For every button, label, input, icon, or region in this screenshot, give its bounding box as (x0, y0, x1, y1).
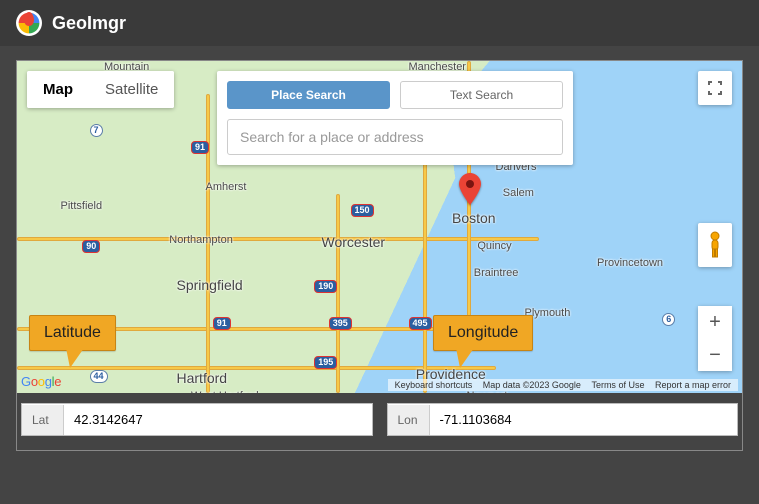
main-stage: MountainManchesterPittsfieldAmherstLowel… (0, 60, 759, 451)
fullscreen-icon (707, 80, 723, 96)
route-shield: 195 (314, 356, 337, 369)
route-shield: 395 (329, 317, 352, 330)
map-type-satellite-button[interactable]: Satellite (89, 71, 174, 108)
search-panel: Place Search Text Search (217, 71, 573, 165)
streetview-pegman-button[interactable] (698, 223, 732, 267)
route-shield: 90 (82, 240, 100, 253)
map-type-map-button[interactable]: Map (27, 71, 89, 108)
tab-place-search[interactable]: Place Search (227, 81, 390, 109)
route-shield: 91 (213, 317, 231, 330)
map-marker[interactable] (459, 173, 481, 210)
longitude-callout: Longitude (433, 315, 533, 351)
route-shield: 44 (90, 370, 108, 383)
map-data-text: Map data ©2023 Google (483, 380, 581, 390)
city-label: Provincetown (597, 257, 663, 269)
route-shield: 91 (191, 141, 209, 154)
tab-text-search[interactable]: Text Search (400, 81, 563, 109)
map-type-toggle: Map Satellite (27, 71, 174, 108)
route-shield: 150 (351, 204, 374, 217)
latitude-callout-label: Latitude (44, 324, 101, 341)
latitude-field: Lat (21, 403, 373, 436)
search-tabs: Place Search Text Search (227, 81, 563, 109)
search-input[interactable] (227, 119, 563, 155)
latitude-callout: Latitude (29, 315, 116, 351)
callout-tail (456, 348, 474, 368)
city-label: Amherst (206, 181, 247, 193)
city-label: Northampton (169, 234, 233, 246)
longitude-input[interactable] (430, 404, 738, 435)
zoom-control: + − (698, 306, 732, 371)
latitude-label: Lat (22, 405, 64, 435)
road (423, 161, 427, 393)
map-attribution: Keyboard shortcuts Map data ©2023 Google… (388, 379, 738, 391)
google-logo: Google (21, 374, 61, 389)
city-label: Hartford (177, 370, 228, 386)
city-label: Boston (452, 210, 496, 226)
route-shield: 495 (409, 317, 432, 330)
pegman-icon (706, 231, 724, 259)
route-shield: 7 (90, 124, 103, 137)
brand-name: GeoImgr (52, 13, 126, 34)
city-label: Springfield (177, 277, 243, 293)
callout-tail (66, 348, 84, 368)
city-label: Pittsfield (61, 200, 103, 212)
header-separator (0, 46, 759, 60)
map[interactable]: MountainManchesterPittsfieldAmherstLowel… (17, 61, 742, 393)
coordinate-inputs: Lat Lon (17, 393, 742, 450)
terms-link[interactable]: Terms of Use (591, 380, 644, 390)
longitude-label: Lon (388, 405, 430, 435)
route-shield: 190 (314, 280, 337, 293)
city-label: West Hartford (191, 390, 259, 393)
city-label: Salem (503, 187, 534, 199)
city-label: Braintree (474, 267, 519, 279)
longitude-callout-label: Longitude (448, 324, 518, 341)
keyboard-shortcuts-link[interactable]: Keyboard shortcuts (395, 380, 473, 390)
city-label: Worcester (322, 234, 386, 250)
city-label: Quincy (477, 240, 511, 252)
zoom-out-button[interactable]: − (698, 339, 732, 371)
map-card: MountainManchesterPittsfieldAmherstLowel… (16, 60, 743, 451)
geoimgr-logo (16, 10, 42, 36)
latitude-input[interactable] (64, 404, 372, 435)
app-header: GeoImgr (0, 0, 759, 46)
zoom-in-button[interactable]: + (698, 306, 732, 338)
fullscreen-button[interactable] (698, 71, 732, 105)
longitude-field: Lon (387, 403, 739, 436)
report-error-link[interactable]: Report a map error (655, 380, 731, 390)
